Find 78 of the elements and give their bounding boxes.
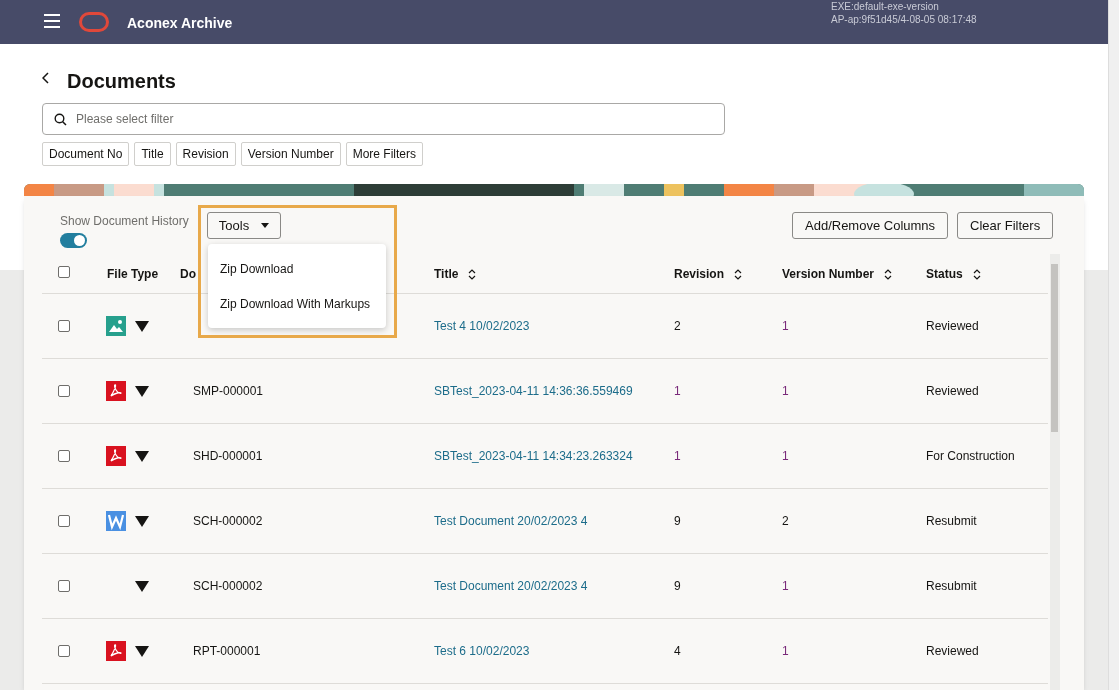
table-cell: SCH-000002 xyxy=(193,514,263,528)
filter-chip[interactable]: Version Number xyxy=(240,142,341,166)
table-cell: 2 xyxy=(782,514,789,528)
back-icon[interactable] xyxy=(42,72,50,84)
app-title: Aconex Archive xyxy=(127,14,233,33)
row-checkbox[interactable] xyxy=(58,450,70,462)
build-info: EXE:default-exe-version xyxy=(831,0,940,13)
toolbar-button[interactable]: Clear Filters xyxy=(957,212,1054,239)
logo-icon xyxy=(79,12,109,32)
row-checkbox[interactable] xyxy=(58,580,70,592)
table-cell: RPT-000001 xyxy=(193,644,261,658)
filter-chip[interactable]: More Filters xyxy=(345,142,424,166)
expand-triangle-icon[interactable] xyxy=(135,645,149,657)
column-header[interactable]: Revision xyxy=(674,265,724,283)
number-link[interactable]: 1 xyxy=(674,449,681,463)
history-label: Show Document History xyxy=(60,213,189,230)
table-cell: Reviewed xyxy=(926,384,979,398)
search-icon xyxy=(54,113,67,126)
column-header[interactable]: Version Number xyxy=(782,265,875,283)
row-checkbox[interactable] xyxy=(58,515,70,527)
number-link[interactable]: 1 xyxy=(782,449,789,463)
tools-button[interactable]: Tools xyxy=(207,212,281,239)
expand-triangle-icon[interactable] xyxy=(135,515,149,527)
sort-icon[interactable] xyxy=(734,268,742,280)
expand-triangle-icon[interactable] xyxy=(135,385,149,397)
pdf-file-icon xyxy=(106,381,126,401)
menu-item[interactable]: Zip Download xyxy=(208,251,386,286)
table-cell: 9 xyxy=(674,514,681,528)
table-cell: Resubmit xyxy=(926,514,977,528)
table-cell: For Construction xyxy=(926,449,1015,463)
row-checkbox[interactable] xyxy=(58,385,70,397)
table-cell: SMP-000001 xyxy=(193,384,264,398)
filter-chip[interactable]: Revision xyxy=(175,142,236,166)
toolbar-button[interactable]: Add/Remove Columns xyxy=(792,212,949,239)
table-cell: SCH-000002 xyxy=(193,579,263,593)
column-header: Do xyxy=(180,266,196,283)
column-header: File Type xyxy=(107,266,159,283)
filter-chip[interactable]: Title xyxy=(134,142,171,166)
search-field[interactable]: Please select filter xyxy=(42,103,725,135)
expand-triangle-icon[interactable] xyxy=(135,580,149,592)
word-file-icon xyxy=(106,511,126,531)
caret-icon xyxy=(261,223,270,228)
title-link[interactable]: SBTest_2023-04-11 14:34:23.263324 xyxy=(434,449,633,463)
title-link[interactable]: Test 4 10/02/2023 xyxy=(434,319,530,333)
build-info: AP-ap:9f51d45/4-08-05 08:17:48 xyxy=(831,13,977,26)
title-link[interactable]: Test 6 10/02/2023 xyxy=(434,644,530,658)
pdf-file-icon xyxy=(106,641,126,661)
expand-triangle-icon[interactable] xyxy=(135,450,149,462)
sort-icon[interactable] xyxy=(884,268,893,280)
pdf-file-icon xyxy=(106,446,126,466)
table-cell: Reviewed xyxy=(926,644,979,658)
page-title: Documents xyxy=(67,69,176,94)
sort-icon[interactable] xyxy=(468,268,477,280)
number-link[interactable]: 1 xyxy=(782,319,789,333)
number-link[interactable]: 1 xyxy=(782,384,789,398)
expand-triangle-icon[interactable] xyxy=(135,320,149,332)
title-link[interactable]: Test Document 20/02/2023 4 xyxy=(434,579,588,593)
table-cell: SHD-000001 xyxy=(193,449,263,463)
table-cell: 2 xyxy=(674,319,681,333)
select-all-checkbox[interactable] xyxy=(58,266,70,278)
title-link[interactable]: SBTest_2023-04-11 14:36:36.559469 xyxy=(434,384,633,398)
number-link[interactable]: 1 xyxy=(782,644,789,658)
table-cell: Resubmit xyxy=(926,579,977,593)
table-cell: 4 xyxy=(674,644,681,658)
column-header[interactable]: Title xyxy=(434,265,459,283)
table-cell: Reviewed xyxy=(926,319,979,333)
row-checkbox[interactable] xyxy=(58,320,70,332)
menu-icon[interactable] xyxy=(44,14,60,28)
number-link[interactable]: 1 xyxy=(674,384,681,398)
image-file-icon xyxy=(106,316,126,336)
filter-chip[interactable]: Document No xyxy=(42,142,130,166)
row-checkbox[interactable] xyxy=(58,645,70,657)
table-cell: 9 xyxy=(674,579,681,593)
column-header[interactable]: Status xyxy=(926,265,963,283)
number-link[interactable]: 1 xyxy=(782,579,789,593)
sort-icon[interactable] xyxy=(972,268,981,280)
title-link[interactable]: Test Document 20/02/2023 4 xyxy=(434,514,588,528)
menu-item[interactable]: Zip Download With Markups xyxy=(208,286,386,321)
